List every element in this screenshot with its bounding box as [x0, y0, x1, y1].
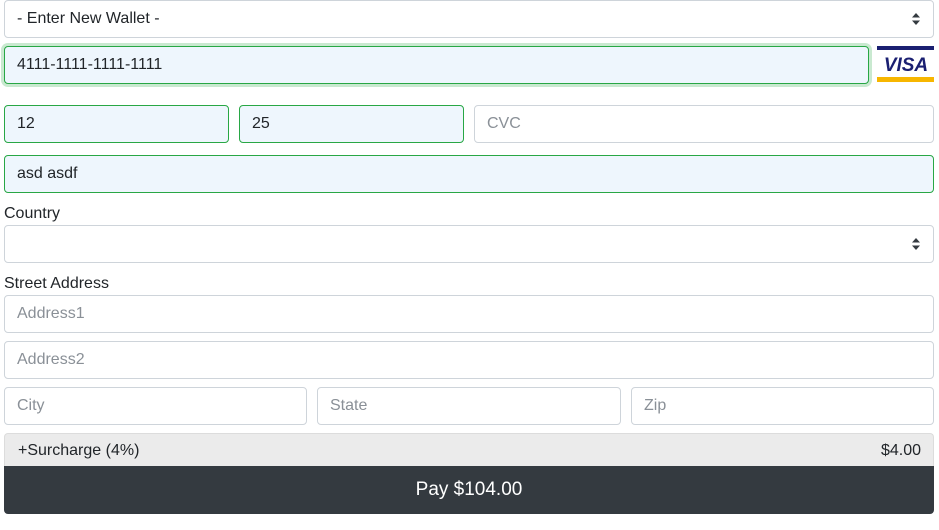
surcharge-amount: $4.00 [880, 441, 921, 459]
state-placeholder: State [330, 397, 368, 414]
exp-year-value: 25 [252, 115, 270, 132]
address1-placeholder: Address1 [17, 305, 85, 322]
cvc-placeholder: CVC [487, 115, 521, 132]
cvc-input[interactable]: CVC [474, 105, 934, 143]
city-input[interactable]: City [4, 387, 307, 425]
wallet-select-value: - Enter New Wallet - [17, 10, 160, 27]
exp-year-input[interactable]: 25 [239, 105, 464, 143]
surcharge-label: +Surcharge (4%) [18, 441, 140, 459]
zip-input[interactable]: Zip [631, 387, 934, 425]
pay-button-label: Pay $104.00 [415, 479, 523, 500]
exp-month-value: 12 [17, 115, 35, 132]
visa-card-icon: VISA [877, 46, 934, 82]
cardholder-name-value: asd asdf [17, 165, 78, 182]
city-placeholder: City [17, 397, 45, 414]
cardholder-name-input[interactable]: asd asdf [4, 155, 934, 193]
state-input[interactable]: State [317, 387, 621, 425]
address1-input[interactable]: Address1 [4, 295, 934, 333]
exp-month-input[interactable]: 12 [4, 105, 229, 143]
visa-logo-text: VISA [884, 55, 928, 76]
zip-placeholder: Zip [644, 397, 667, 414]
country-select[interactable] [4, 225, 934, 263]
pay-button[interactable]: Pay $104.00 [4, 466, 934, 514]
address2-input[interactable]: Address2 [4, 341, 934, 379]
card-number-value: 4111-1111-1111-1111 [17, 56, 163, 73]
card-number-input[interactable]: 4111-1111-1111-1111 [4, 46, 869, 84]
address2-placeholder: Address2 [17, 351, 85, 368]
surcharge-row: +Surcharge (4%) $4.00 [4, 433, 934, 467]
country-label: Country [4, 205, 61, 222]
wallet-select[interactable]: - Enter New Wallet - [4, 0, 934, 38]
select-caret-icon [912, 238, 920, 250]
street-address-label: Street Address [4, 275, 109, 292]
select-caret-icon [912, 13, 920, 25]
